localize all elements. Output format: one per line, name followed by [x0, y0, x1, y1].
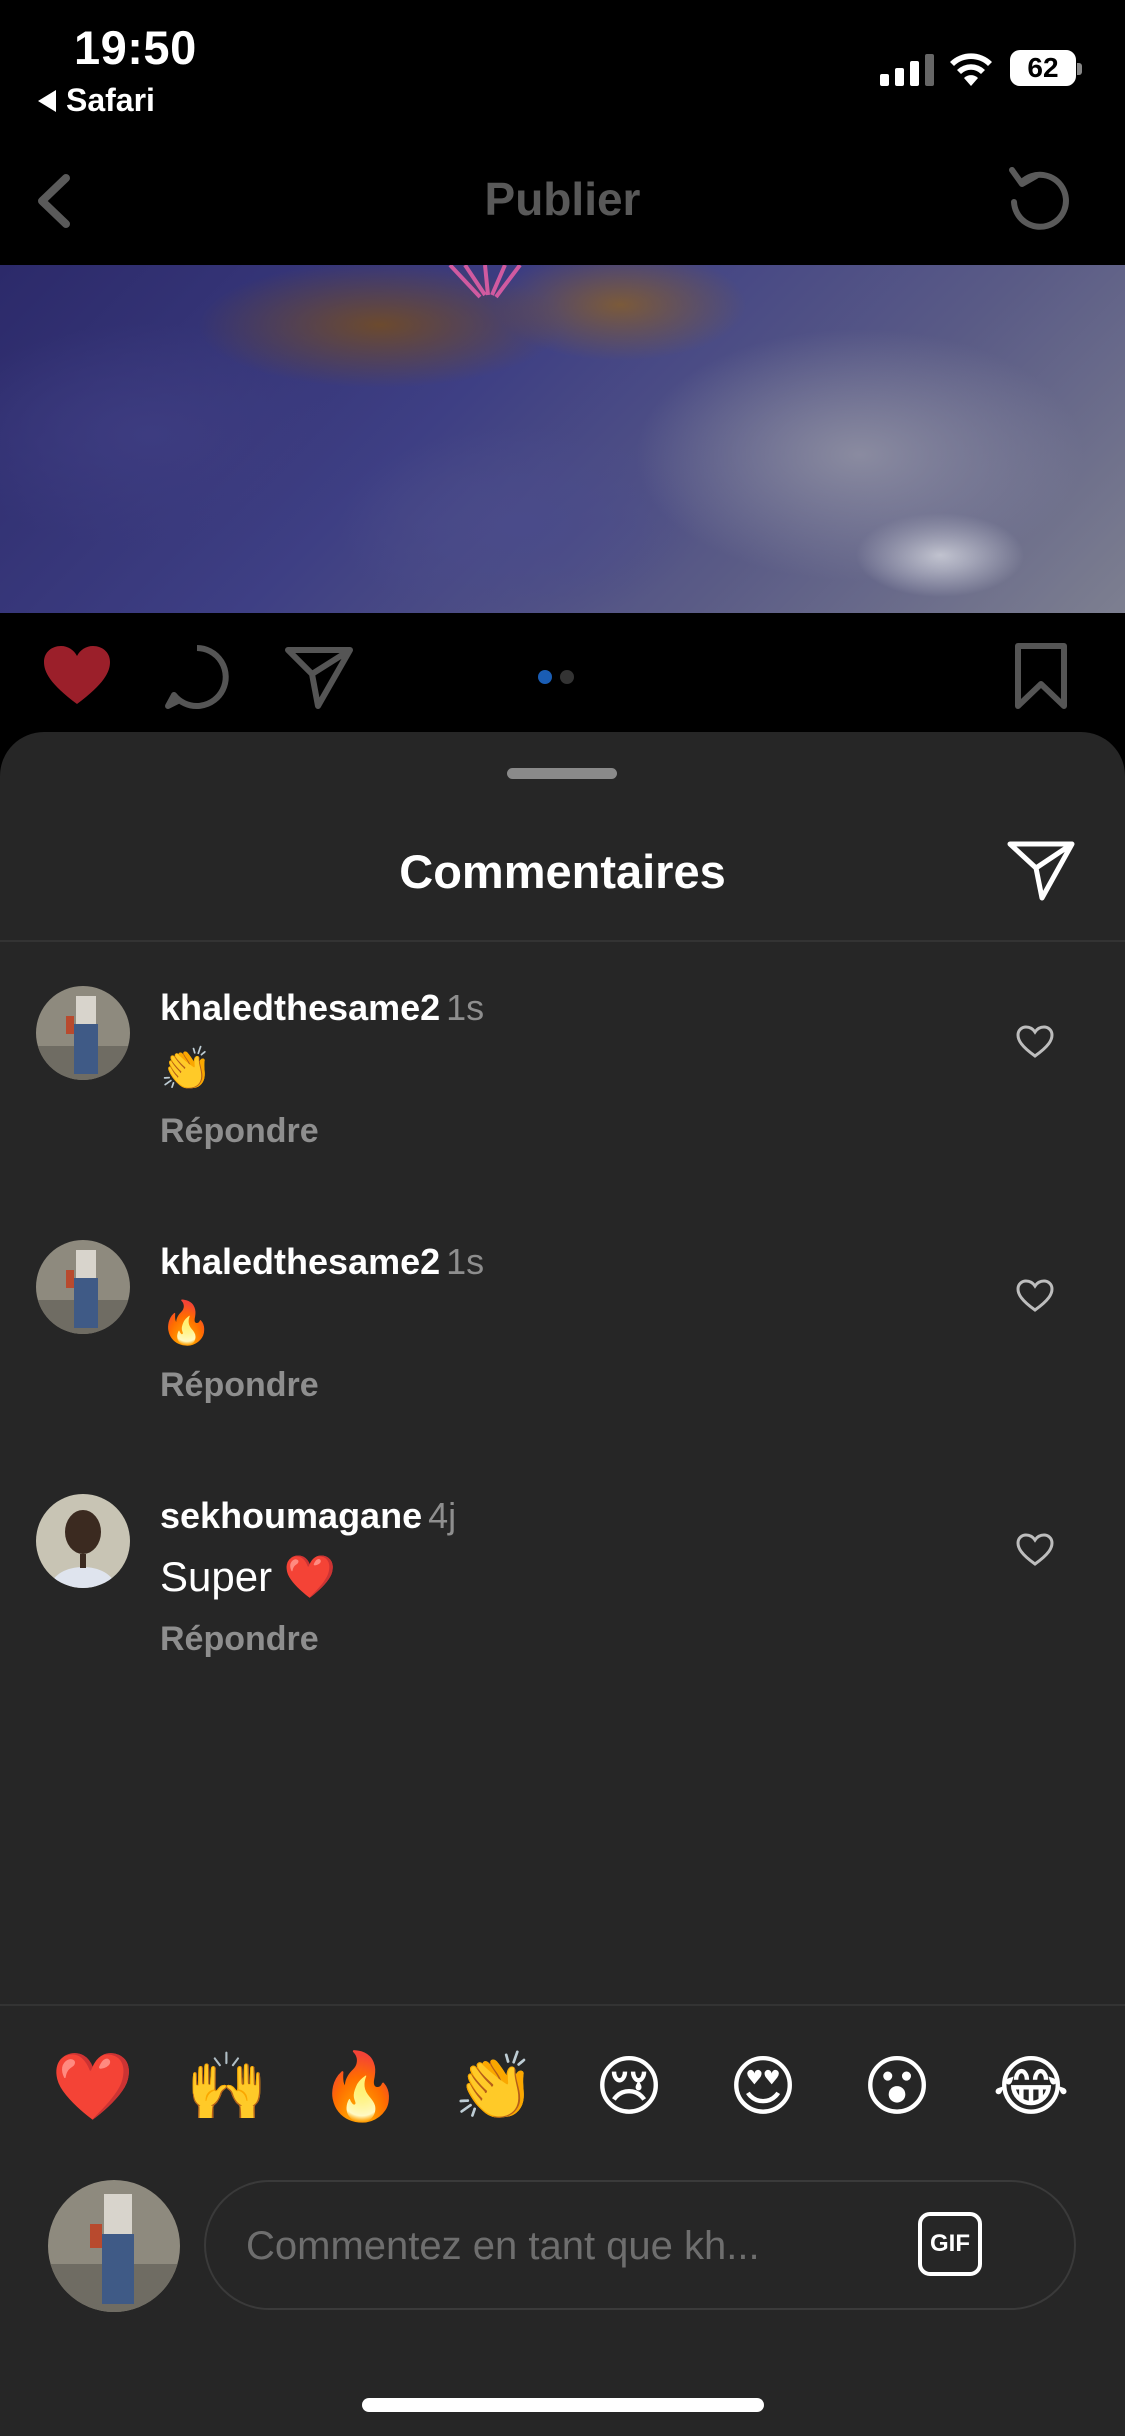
emoji-crying-button[interactable]: 😢 — [584, 2046, 674, 2126]
emoji-surprised-button[interactable]: 😮 — [852, 2046, 942, 2126]
comment-time: 1s — [446, 987, 485, 1028]
emoji-heart-eyes-button[interactable]: 😍 — [718, 2046, 808, 2126]
cellular-signal-icon — [880, 54, 934, 86]
comment-time: 1s — [446, 1241, 485, 1282]
comment-like-heart-icon[interactable] — [1016, 1278, 1054, 1314]
flower-detail — [448, 265, 522, 299]
carousel-dots — [538, 670, 574, 684]
post-image[interactable] — [0, 265, 1125, 613]
sheet-title: Commentaires — [399, 845, 726, 898]
home-indicator — [362, 2398, 764, 2412]
comment-composer: GIF — [204, 2180, 1076, 2310]
like-heart-icon[interactable] — [40, 640, 114, 714]
comment-input[interactable] — [246, 2214, 886, 2278]
top-nav: Publier — [0, 150, 1125, 260]
back-to-app-button[interactable]: Safari — [38, 82, 155, 119]
avatar[interactable] — [36, 1494, 130, 1588]
reply-button[interactable]: Répondre — [160, 1112, 319, 1151]
comment-text: 🔥 — [160, 1299, 213, 1346]
avatar[interactable] — [36, 1240, 130, 1334]
refresh-icon[interactable] — [1000, 160, 1080, 240]
comment-header: sekhoumagane 4j — [160, 1494, 456, 1538]
divider — [0, 940, 1125, 942]
comment-username[interactable]: sekhoumagane — [160, 1495, 422, 1536]
my-avatar — [48, 2180, 180, 2312]
post-actions — [0, 640, 1125, 730]
comment-text: Super ❤️ — [160, 1553, 337, 1600]
comment-header: khaledthesame2 1s — [160, 1240, 484, 1284]
reply-button[interactable]: Répondre — [160, 1366, 319, 1405]
comment-icon[interactable] — [160, 640, 234, 714]
bookmark-icon[interactable] — [1004, 640, 1078, 714]
back-app-label: Safari — [66, 82, 155, 118]
wifi-icon — [950, 53, 992, 86]
battery-level: 62 — [1027, 52, 1059, 83]
share-send-icon[interactable] — [282, 640, 356, 714]
avatar[interactable] — [36, 986, 130, 1080]
comment-like-heart-icon[interactable] — [1016, 1532, 1054, 1568]
sheet-grabber[interactable] — [507, 768, 617, 779]
divider — [0, 2004, 1125, 2006]
comment-header: khaledthesame2 1s — [160, 986, 484, 1030]
comment-username[interactable]: khaledthesame2 — [160, 987, 440, 1028]
back-triangle-icon — [38, 89, 56, 112]
gif-button[interactable]: GIF — [918, 2212, 982, 2276]
emoji-clap-button[interactable]: 👏 — [450, 2046, 540, 2126]
comment-item: khaledthesame2 1s 🔥 Répondre — [0, 1240, 1125, 1440]
carousel-dot — [560, 670, 574, 684]
quick-emoji-bar: ❤️ 🙌 🔥 👏 😢 😍 😮 😂 — [0, 2024, 1125, 2144]
comment-text: 👏 — [160, 1045, 213, 1092]
carousel-dot-active — [538, 670, 552, 684]
share-send-icon[interactable] — [1006, 838, 1076, 902]
status-time: 19:50 — [74, 21, 197, 74]
comment-username[interactable]: khaledthesame2 — [160, 1241, 440, 1282]
emoji-laughing-button[interactable]: 😂 — [986, 2046, 1076, 2126]
comment-item: sekhoumagane 4j Super ❤️ Répondre — [0, 1494, 1125, 1694]
status-bar: 19:50 Safari 62 — [0, 0, 1125, 130]
comment-time: 4j — [428, 1495, 457, 1536]
emoji-heart-button[interactable]: ❤️ — [48, 2046, 138, 2126]
reply-button[interactable]: Répondre — [160, 1620, 319, 1659]
comment-like-heart-icon[interactable] — [1016, 1024, 1054, 1060]
emoji-fire-button[interactable]: 🔥 — [316, 2046, 406, 2126]
emoji-raised-hands-button[interactable]: 🙌 — [182, 2046, 272, 2126]
battery-icon: 62 — [1010, 50, 1082, 86]
page-title: Publier — [484, 173, 641, 225]
comment-item: khaledthesame2 1s 👏 Répondre — [0, 986, 1125, 1186]
